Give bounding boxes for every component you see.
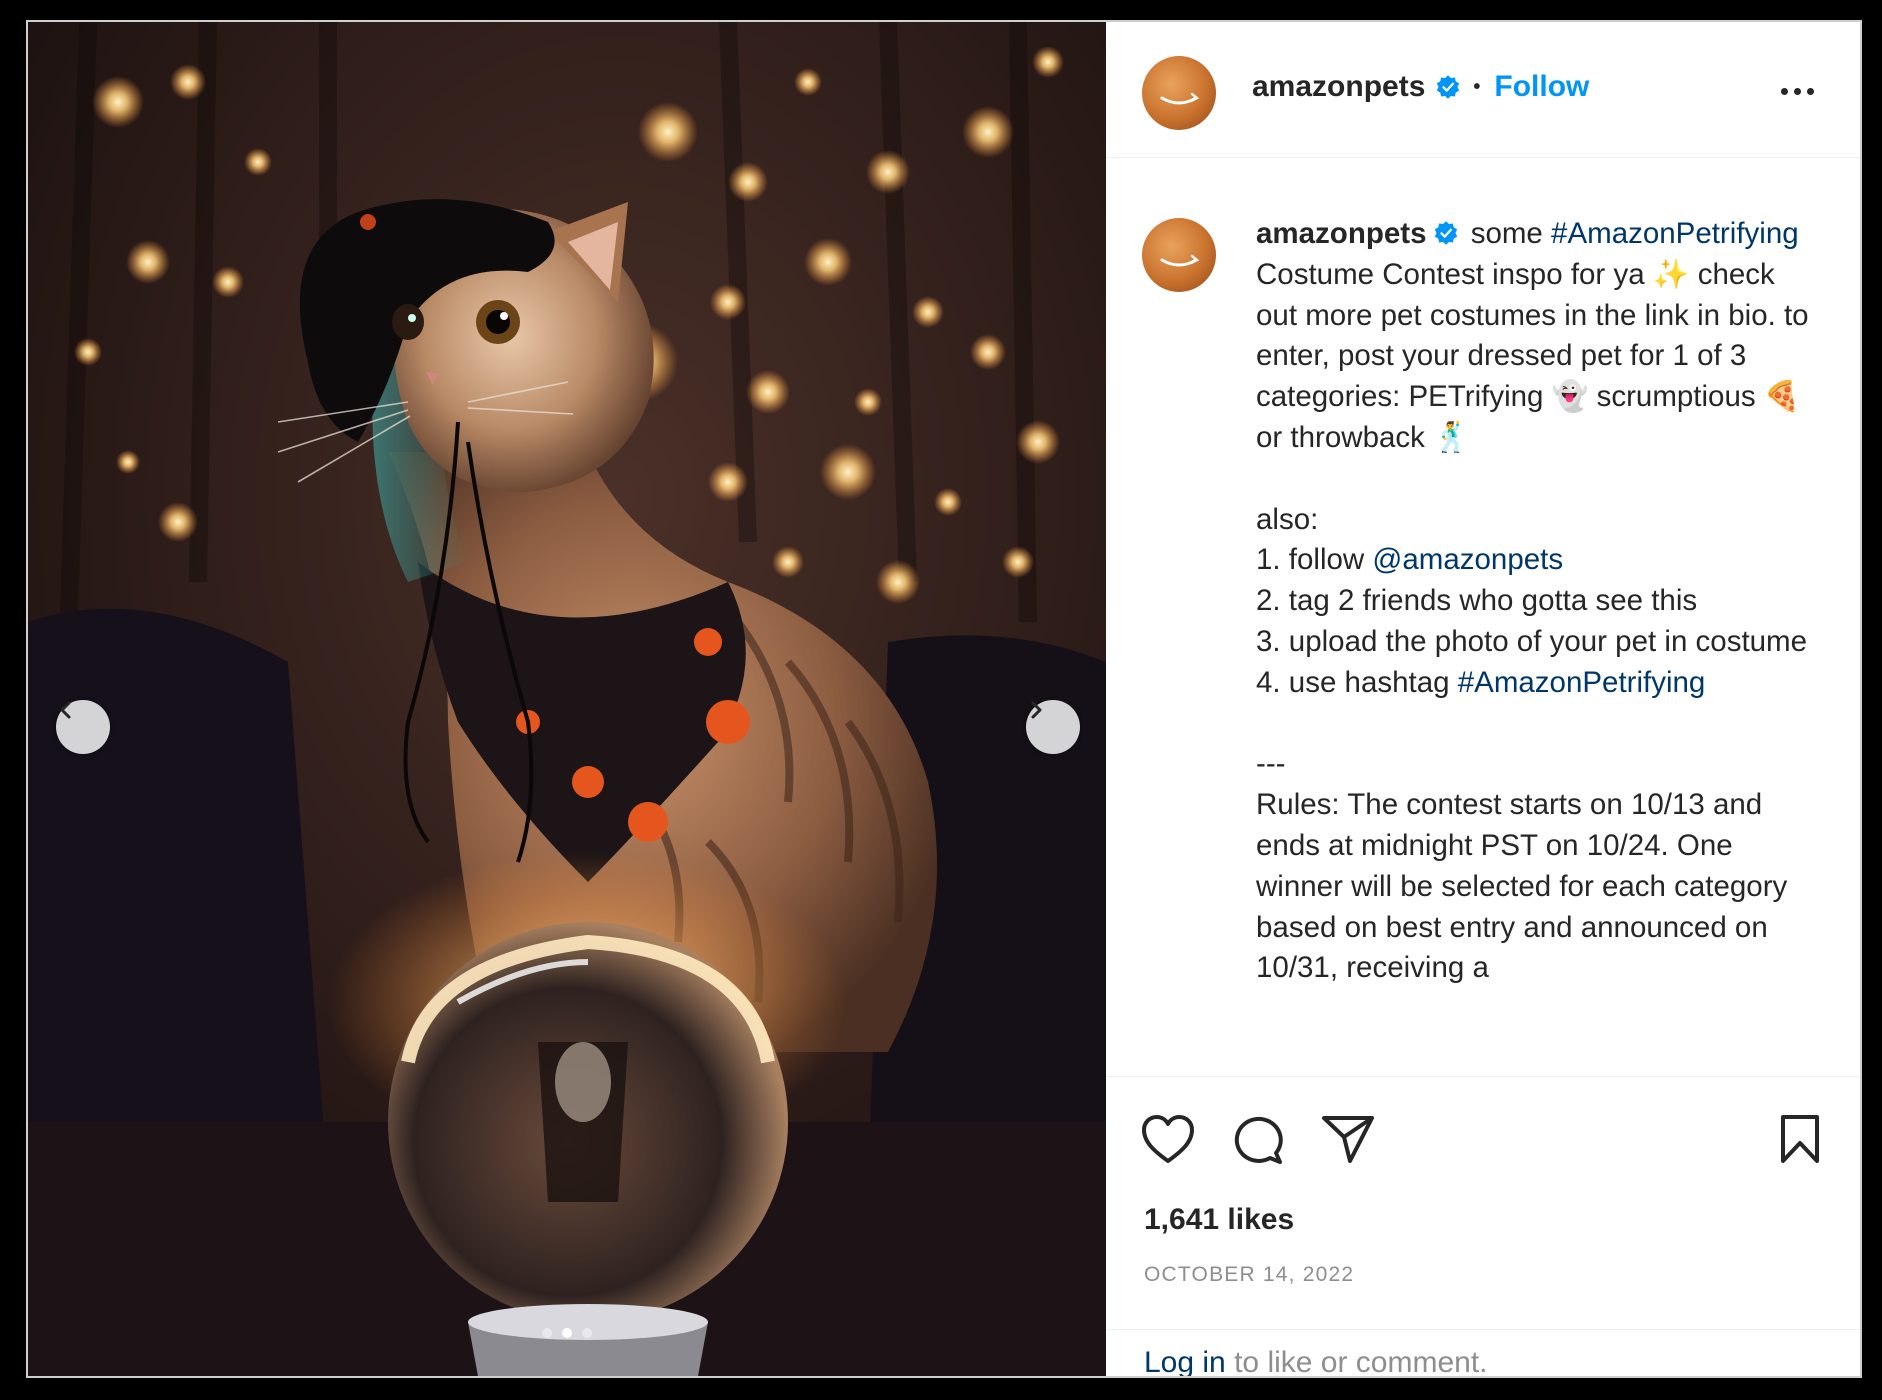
carousel-dot bbox=[542, 1328, 552, 1338]
chevron-right-icon bbox=[1031, 701, 1042, 719]
login-link[interactable]: Log in bbox=[1144, 1346, 1226, 1376]
chevron-left-icon bbox=[60, 701, 71, 719]
post-caption: amazonpets some #AmazonPetrifying Costum… bbox=[1256, 214, 1816, 989]
more-options-icon[interactable] bbox=[1781, 88, 1814, 95]
caption-username[interactable]: amazonpets bbox=[1256, 217, 1427, 250]
caption-section: amazonpets some #AmazonPetrifying Costum… bbox=[1106, 158, 1860, 1076]
avatar[interactable] bbox=[1142, 56, 1216, 130]
heart-icon[interactable] bbox=[1140, 1113, 1196, 1165]
likes-count[interactable]: 1,641 likes bbox=[1144, 1203, 1294, 1237]
carousel-dots bbox=[28, 1328, 1106, 1338]
post-media[interactable] bbox=[28, 22, 1106, 1376]
caption-avatar[interactable] bbox=[1142, 218, 1216, 292]
carousel-dot bbox=[562, 1328, 572, 1338]
amazon-smile-logo bbox=[1160, 254, 1200, 267]
post-photo bbox=[28, 22, 1106, 1376]
hashtag-link[interactable]: #AmazonPetrifying bbox=[1551, 217, 1799, 250]
next-slide-button[interactable] bbox=[1026, 700, 1080, 754]
caption-text: Costume Contest inspo for ya ✨ check out… bbox=[1256, 257, 1809, 577]
login-prompt: Log in to like or comment. bbox=[1106, 1329, 1860, 1378]
caption-text: --- Rules: The contest starts on 10/13 a… bbox=[1256, 747, 1788, 985]
post-actions: 1,641 likes OCTOBER 14, 2022 Log in to l… bbox=[1106, 1076, 1860, 1378]
post-date: OCTOBER 14, 2022 bbox=[1144, 1263, 1355, 1286]
verified-badge-icon bbox=[1434, 221, 1457, 245]
bookmark-icon[interactable] bbox=[1778, 1113, 1822, 1165]
hashtag-link[interactable]: #AmazonPetrifying bbox=[1458, 666, 1706, 699]
verified-badge-icon bbox=[1437, 75, 1460, 99]
follow-button[interactable]: Follow bbox=[1494, 70, 1589, 104]
header-separator: • bbox=[1473, 75, 1481, 98]
amazon-smile-logo bbox=[1160, 92, 1200, 105]
post-window: amazonpets • Follow amazonpets some #Ama… bbox=[26, 20, 1862, 1378]
caption-text: some bbox=[1462, 217, 1552, 250]
mention-link[interactable]: @amazonpets bbox=[1372, 543, 1563, 576]
previous-slide-button[interactable] bbox=[56, 700, 110, 754]
share-icon[interactable] bbox=[1320, 1113, 1376, 1165]
post-side-panel: amazonpets • Follow amazonpets some #Ama… bbox=[1106, 22, 1860, 1376]
header-username[interactable]: amazonpets bbox=[1252, 70, 1425, 104]
post-header: amazonpets • Follow bbox=[1106, 22, 1860, 158]
carousel-dot bbox=[582, 1328, 592, 1338]
login-prompt-text: to like or comment. bbox=[1225, 1346, 1488, 1378]
comment-icon[interactable] bbox=[1230, 1113, 1286, 1165]
